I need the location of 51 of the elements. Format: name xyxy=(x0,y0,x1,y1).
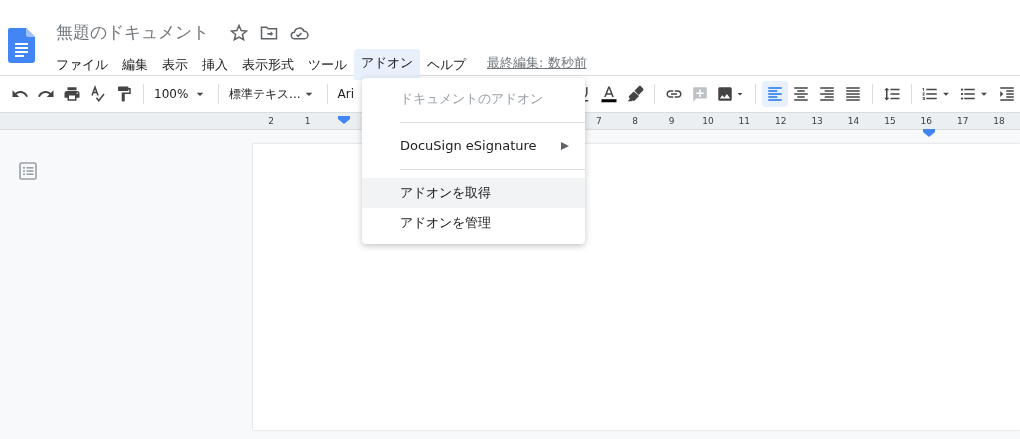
comment-icon xyxy=(691,85,709,103)
print-icon xyxy=(63,85,81,103)
menu-item[interactable]: アドオンを管理 xyxy=(362,208,585,238)
menu-item[interactable]: ファイル xyxy=(49,50,115,78)
image-icon xyxy=(716,85,734,103)
ruler-number: 16 xyxy=(919,115,933,128)
align-button[interactable] xyxy=(762,81,788,107)
ruler-number: 14 xyxy=(846,115,861,128)
menu-item[interactable]: ヘルプ xyxy=(420,50,473,78)
ruler-number: 15 xyxy=(883,115,897,128)
align-icon xyxy=(844,85,862,103)
menu-item[interactable]: DocuSign eSignature xyxy=(362,131,585,161)
ruler-number: 7 xyxy=(594,115,603,128)
align-icon xyxy=(792,85,810,103)
font-dropdown[interactable]: Ari xyxy=(337,85,354,103)
ruler-number: 12 xyxy=(774,115,788,128)
indent-icon xyxy=(998,85,1016,103)
menu-item[interactable]: 表示 xyxy=(155,50,195,78)
menu-item[interactable]: ツール xyxy=(301,50,354,78)
docs-logo-icon[interactable] xyxy=(8,28,35,63)
ruler-number: 13 xyxy=(810,115,824,128)
numbered-list-icon xyxy=(921,85,939,103)
ruler-number: 1 xyxy=(303,115,312,128)
style-dropdown[interactable]: 標準テキス... xyxy=(225,85,321,103)
zoom-dropdown[interactable]: 100% xyxy=(150,85,213,103)
menu-item[interactable]: アドオンを取得 xyxy=(362,178,585,208)
text-color-icon xyxy=(600,85,618,103)
last-edit-link[interactable]: 最終編集: 数秒前 xyxy=(487,52,587,72)
ruler-number: 8 xyxy=(631,115,639,128)
align-icon xyxy=(818,85,836,103)
ruler-number: 10 xyxy=(701,115,715,128)
menu-heading: ドキュメントのアドオン xyxy=(400,90,543,109)
document-title[interactable]: 無題のドキュメント xyxy=(56,20,209,46)
indent-marker-icon[interactable] xyxy=(337,116,350,124)
ruler-number: 2 xyxy=(267,115,276,128)
menu-item[interactable]: 編集 xyxy=(115,50,155,78)
ruler-number: 17 xyxy=(955,115,970,128)
submenu-arrow-icon xyxy=(561,142,569,150)
menu-item[interactable]: 表示形式 xyxy=(235,50,301,78)
highlight-icon xyxy=(626,85,644,103)
spellcheck-icon xyxy=(89,85,107,103)
ruler-number: 18 xyxy=(992,115,1006,128)
align-icon xyxy=(766,85,784,103)
line-spacing-icon xyxy=(883,85,901,103)
menu-item[interactable]: アドオン xyxy=(354,48,420,80)
ruler-number: 11 xyxy=(737,115,752,128)
paint-format-icon xyxy=(115,85,133,103)
star-icon[interactable] xyxy=(229,22,249,43)
ruler-number: 9 xyxy=(667,115,676,128)
indent-marker-icon[interactable] xyxy=(923,128,935,137)
menu-item[interactable]: 挿入 xyxy=(195,50,235,78)
